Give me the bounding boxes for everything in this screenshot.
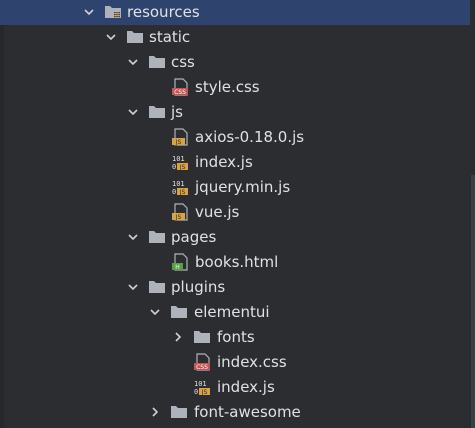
svg-text:101: 101: [194, 380, 207, 388]
tree-row-js[interactable]: js: [0, 100, 470, 125]
tree-label: static: [149, 28, 191, 46]
tree-row-fonts[interactable]: fonts: [0, 325, 470, 350]
tree-row-font-awesome[interactable]: font-awesome: [0, 400, 470, 425]
tree-label: index.js: [195, 153, 253, 171]
css-file-icon: CSS: [172, 78, 188, 96]
chevron-right-icon[interactable]: [148, 405, 162, 419]
tree-label: pages: [171, 228, 217, 246]
tree-row-vue-js[interactable]: JS vue.js: [0, 200, 470, 225]
vertical-scrollbar[interactable]: [471, 175, 475, 428]
project-tree: resources static css CSS style.css js JS: [0, 0, 475, 428]
folder-icon: [149, 106, 165, 118]
tree-row-jquery-js[interactable]: 101 0 JS jquery.min.js: [0, 175, 470, 200]
tree-label: font-awesome: [194, 403, 301, 421]
tree-label: fonts: [217, 328, 255, 346]
tree-row-css[interactable]: css: [0, 50, 470, 75]
tree-row-static[interactable]: static: [0, 25, 470, 50]
chevron-down-icon[interactable]: [126, 105, 140, 119]
svg-text:0: 0: [194, 388, 198, 396]
tree-row-resources[interactable]: resources: [0, 0, 470, 25]
tree-label: vue.js: [195, 203, 240, 221]
resources-folder-icon: [105, 6, 121, 18]
tree-label: plugins: [171, 278, 226, 296]
chevron-right-icon[interactable]: [171, 330, 185, 344]
svg-text:0: 0: [172, 163, 176, 171]
svg-text:101: 101: [172, 155, 185, 163]
js-binary-file-icon: 101 0 JS: [172, 180, 188, 196]
tree-label: style.css: [195, 78, 260, 96]
svg-text:101: 101: [172, 180, 185, 188]
folder-icon: [127, 31, 143, 43]
svg-text:0: 0: [172, 188, 176, 196]
chevron-down-icon[interactable]: [82, 5, 96, 19]
tree-label: index.css: [217, 353, 287, 371]
folder-icon: [149, 231, 165, 243]
folder-icon: [194, 331, 210, 343]
html-file-icon: H: [172, 253, 188, 271]
folder-icon: [171, 406, 187, 418]
tree-row-pages[interactable]: pages: [0, 225, 470, 250]
tree-row-elementui-index-js[interactable]: 101 0 JS index.js: [0, 375, 470, 400]
tree-label: axios-0.18.0.js: [195, 128, 305, 146]
tree-label: resources: [127, 3, 200, 21]
svg-text:JS: JS: [175, 214, 182, 221]
js-binary-file-icon: 101 0 JS: [194, 380, 210, 396]
tree-label: js: [171, 103, 183, 121]
tree-label: elementui: [194, 303, 270, 321]
tree-row-index-css[interactable]: CSS index.css: [0, 350, 470, 375]
chevron-down-icon[interactable]: [104, 30, 118, 44]
js-file-icon: JS: [172, 203, 188, 221]
folder-icon: [171, 306, 187, 318]
tree-row-books-html[interactable]: H books.html: [0, 250, 470, 275]
js-binary-file-icon: 101 0 JS: [172, 155, 188, 171]
chevron-down-icon[interactable]: [126, 55, 140, 69]
tree-row-plugins[interactable]: plugins: [0, 275, 470, 300]
svg-text:H: H: [175, 264, 180, 271]
svg-text:JS: JS: [175, 139, 182, 146]
svg-text:CSS: CSS: [174, 89, 186, 96]
js-file-icon: JS: [172, 128, 188, 146]
folder-icon: [149, 56, 165, 68]
css-file-icon: CSS: [194, 353, 210, 371]
tree-row-style-css[interactable]: CSS style.css: [0, 75, 470, 100]
tree-label: jquery.min.js: [195, 178, 291, 196]
folder-icon: [149, 281, 165, 293]
svg-text:JS: JS: [201, 389, 208, 396]
tree-row-axios-js[interactable]: JS axios-0.18.0.js: [0, 125, 470, 150]
tree-label: css: [171, 53, 195, 71]
tree-row-elementui[interactable]: elementui: [0, 300, 470, 325]
chevron-down-icon[interactable]: [126, 280, 140, 294]
tree-label: books.html: [195, 253, 279, 271]
chevron-down-icon[interactable]: [148, 305, 162, 319]
tree-label: index.js: [217, 378, 275, 396]
svg-text:CSS: CSS: [196, 364, 208, 371]
chevron-down-icon[interactable]: [126, 230, 140, 244]
svg-text:JS: JS: [179, 189, 186, 196]
svg-text:JS: JS: [179, 164, 186, 171]
tree-row-index-js[interactable]: 101 0 JS index.js: [0, 150, 470, 175]
